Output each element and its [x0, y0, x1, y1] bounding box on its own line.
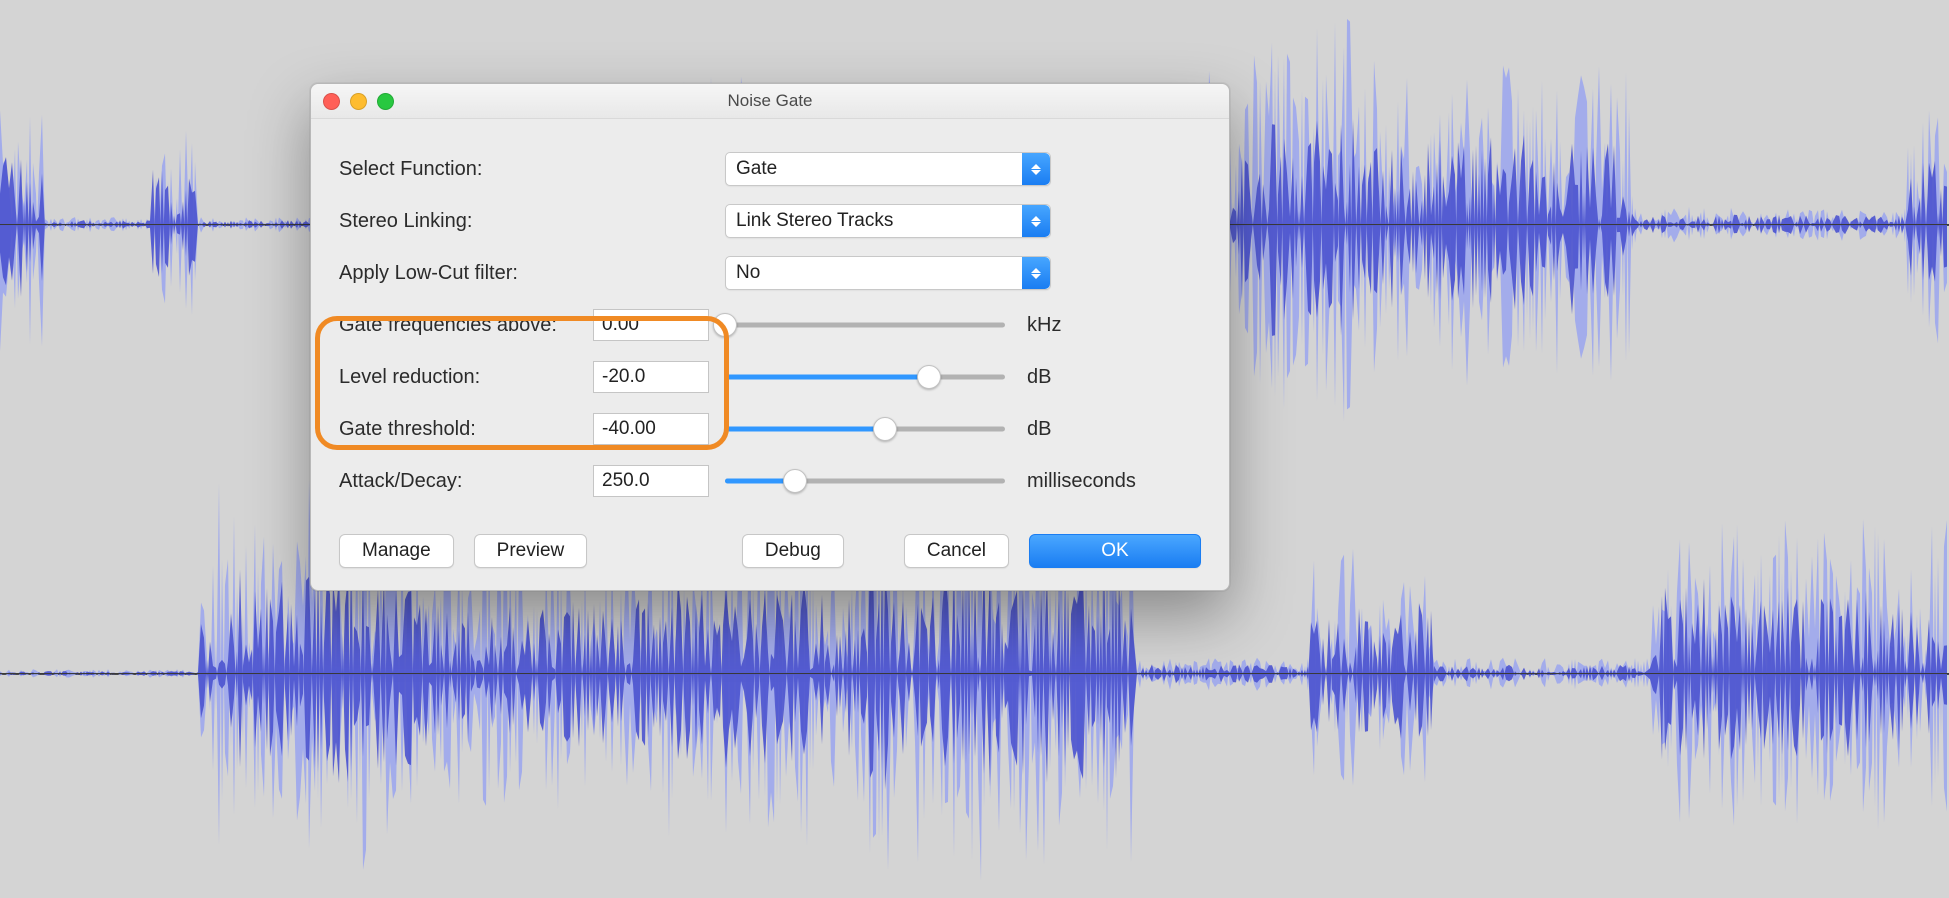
debug-button[interactable]: Debug [742, 534, 844, 568]
label-freq: Gate frequencies above: [339, 314, 593, 337]
slider-thumb[interactable] [873, 417, 897, 441]
slider-thumb[interactable] [917, 365, 941, 389]
slider-track [725, 323, 1005, 328]
label-reduction: Level reduction: [339, 366, 593, 389]
input-freq[interactable] [593, 309, 709, 341]
row-threshold: Gate threshold: dB [339, 403, 1201, 455]
cancel-button[interactable]: Cancel [904, 534, 1009, 568]
label-linking: Stereo Linking: [339, 210, 593, 233]
select-linking-value: Link Stereo Tracks [736, 210, 893, 232]
unit-freq: kHz [1027, 314, 1061, 337]
dialog-titlebar: Noise Gate [311, 84, 1229, 119]
input-reduction[interactable] [593, 361, 709, 393]
chevron-updown-icon [1022, 205, 1050, 237]
unit-threshold: dB [1027, 418, 1051, 441]
manage-button[interactable]: Manage [339, 534, 454, 568]
slider-fill [725, 427, 885, 432]
close-icon[interactable] [323, 93, 340, 110]
unit-reduction: dB [1027, 366, 1051, 389]
select-lowcut[interactable]: No [725, 256, 1051, 290]
select-linking[interactable]: Link Stereo Tracks [725, 204, 1051, 238]
slider-fill [725, 375, 929, 380]
slider-thumb[interactable] [783, 469, 807, 493]
window-controls [323, 93, 394, 110]
unit-attack: milliseconds [1027, 470, 1136, 493]
row-linking: Stereo Linking: Link Stereo Tracks [339, 195, 1201, 247]
row-freq: Gate frequencies above: kHz [339, 299, 1201, 351]
slider-attack[interactable] [725, 470, 1005, 492]
noise-gate-dialog: Noise Gate Select Function: Gate Stereo … [310, 83, 1230, 591]
slider-reduction[interactable] [725, 366, 1005, 388]
row-attack: Attack/Decay: milliseconds [339, 455, 1201, 507]
row-lowcut: Apply Low-Cut filter: No [339, 247, 1201, 299]
dialog-body: Select Function: Gate Stereo Linking: Li… [311, 118, 1229, 590]
label-function: Select Function: [339, 158, 593, 181]
dialog-title: Noise Gate [727, 91, 812, 111]
select-function-value: Gate [736, 158, 777, 180]
preview-button[interactable]: Preview [474, 534, 588, 568]
select-function[interactable]: Gate [725, 152, 1051, 186]
slider-threshold[interactable] [725, 418, 1005, 440]
label-threshold: Gate threshold: [339, 418, 593, 441]
label-lowcut: Apply Low-Cut filter: [339, 262, 593, 285]
minimize-icon[interactable] [350, 93, 367, 110]
row-reduction: Level reduction: dB [339, 351, 1201, 403]
row-function: Select Function: Gate [339, 143, 1201, 195]
slider-freq[interactable] [725, 314, 1005, 336]
input-attack[interactable] [593, 465, 709, 497]
button-row: Manage Preview Debug Cancel OK [339, 534, 1201, 568]
maximize-icon[interactable] [377, 93, 394, 110]
chevron-updown-icon [1022, 153, 1050, 185]
select-lowcut-value: No [736, 262, 760, 284]
input-threshold[interactable] [593, 413, 709, 445]
chevron-updown-icon [1022, 257, 1050, 289]
ok-button[interactable]: OK [1029, 534, 1201, 568]
label-attack: Attack/Decay: [339, 470, 593, 493]
slider-thumb[interactable] [713, 313, 737, 337]
